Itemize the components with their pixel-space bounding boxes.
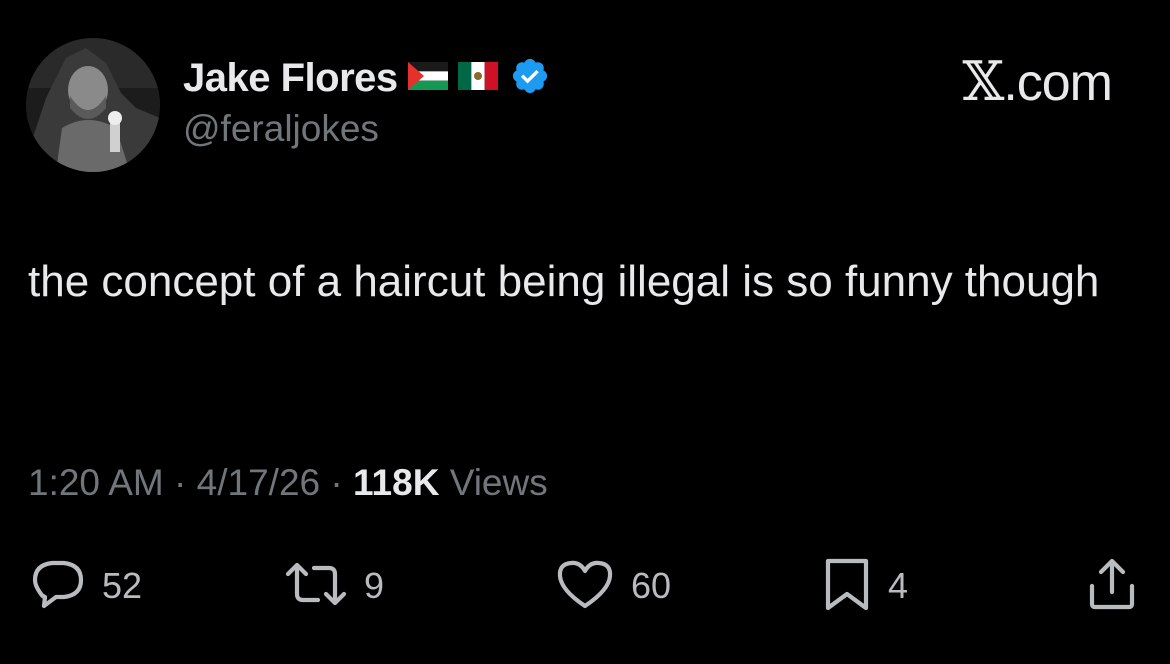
- mexico-flag-icon: [457, 61, 498, 95]
- tweet-time[interactable]: 1:20 AM: [28, 462, 164, 503]
- x-logo-glyph: 𝕏: [962, 50, 1004, 113]
- name-row: Jake Flores: [183, 52, 550, 104]
- bookmark-count: 4: [888, 565, 909, 606]
- verified-badge-icon: [510, 56, 550, 101]
- tweet-card: Jake Flores @feraljokes 𝕏.com the concep…: [0, 0, 1170, 664]
- reply-count: 52: [102, 565, 143, 606]
- tweet-text: the concept of a haircut being illegal i…: [28, 257, 1100, 306]
- views-label: Views: [439, 462, 548, 503]
- user-handle[interactable]: @feraljokes: [183, 108, 379, 150]
- repost-icon: [284, 556, 348, 617]
- meta-separator: ·: [163, 462, 197, 503]
- repost-count: 9: [364, 565, 385, 606]
- avatar-photo: [26, 38, 160, 172]
- tweet-meta: 1:20 AM · 4/17/26 · 118K Views: [28, 462, 548, 504]
- reply-button[interactable]: 52: [30, 556, 142, 616]
- site-label-suffix: .com: [1003, 54, 1113, 112]
- views-count[interactable]: 118K: [353, 462, 439, 503]
- bookmark-button[interactable]: 4: [822, 556, 908, 616]
- share-icon: [1084, 556, 1140, 617]
- like-button[interactable]: 60: [555, 556, 671, 616]
- like-count: 60: [631, 565, 672, 606]
- palestine-flag-icon: [407, 61, 448, 95]
- heart-icon: [555, 556, 615, 617]
- avatar[interactable]: [26, 38, 160, 172]
- display-name[interactable]: Jake Flores: [183, 56, 398, 101]
- reply-icon: [30, 556, 86, 617]
- meta-separator: ·: [320, 462, 353, 503]
- bookmark-icon: [822, 556, 872, 617]
- repost-button[interactable]: 9: [284, 556, 384, 616]
- action-bar: 52 9 60 4: [0, 556, 1170, 616]
- site-label: 𝕏.com: [962, 50, 1113, 113]
- share-button[interactable]: [1084, 556, 1140, 616]
- tweet-date[interactable]: 4/17/26: [197, 462, 320, 503]
